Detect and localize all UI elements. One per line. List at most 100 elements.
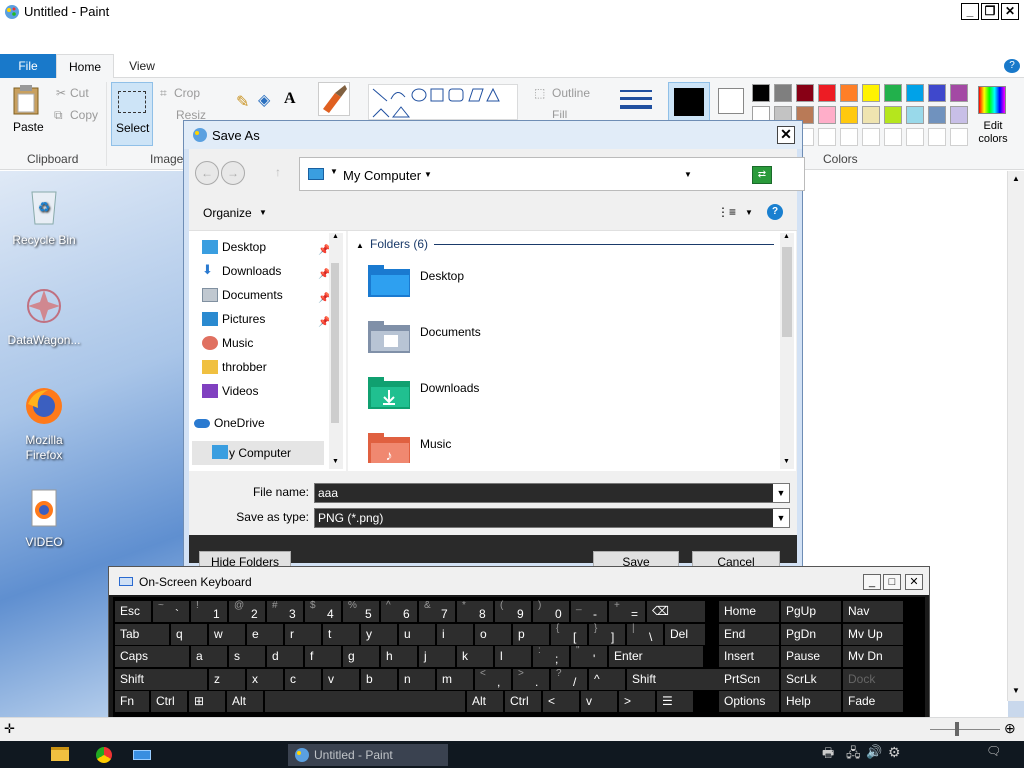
close-button[interactable]: ✕ [905,574,923,590]
key[interactable]: o [475,623,511,645]
key[interactable]: Options [719,691,779,712]
maximize-button[interactable]: □ [883,574,901,590]
key[interactable]: Mv Up [843,623,903,645]
chevron-down-icon[interactable]: ▼ [773,509,789,527]
start-button[interactable] [4,744,34,766]
key[interactable]: (9 [495,600,531,622]
key[interactable]: a [191,646,227,667]
key[interactable]: m [437,668,473,690]
back-arrow-icon[interactable]: ← [195,161,219,185]
color-swatch-empty[interactable] [862,128,880,146]
key[interactable]: * 8 [457,600,493,622]
color-swatch[interactable] [774,84,792,102]
color-swatch[interactable] [884,84,902,102]
key[interactable]: Insert [719,646,779,667]
file-explorer-icon[interactable] [48,744,72,766]
scroll-up-icon[interactable]: ▲ [332,233,339,240]
minimize-button[interactable]: _ [863,574,881,590]
nav-item-pictures[interactable]: Pictures 📌 [202,308,330,330]
folders-header[interactable]: Folders (6) [370,237,428,251]
key[interactable]: PgUp [781,601,841,622]
key[interactable]: l [495,646,531,667]
address-text[interactable]: My Computer [343,168,421,183]
key[interactable]: ! 1 [191,600,227,622]
color-swatch[interactable] [950,84,968,102]
key[interactable]: Tab [115,623,169,645]
color-swatch-empty[interactable] [884,128,902,146]
key[interactable]: Alt [227,691,263,712]
nav-item-my-computer[interactable]: My Computer [192,441,324,465]
address-dropdown-icon[interactable]: ▼ [684,170,692,179]
key[interactable]: v [581,691,617,712]
zoom-slider-thumb[interactable] [955,722,959,736]
nav-item-throbber[interactable]: throbber [202,356,267,378]
key[interactable]: x [247,668,283,690]
fill-button[interactable]: Fill [552,108,567,118]
fill-bucket-icon[interactable]: ◈ [258,90,270,110]
color-swatch[interactable] [950,106,968,124]
forward-arrow-icon[interactable]: → [221,161,245,185]
select-button[interactable]: Select [111,82,153,146]
tab-view[interactable]: View [118,54,166,78]
key[interactable]: ) 0 [533,600,569,622]
key[interactable]: g [343,646,379,667]
paste-button[interactable] [12,84,42,116]
key[interactable]: Home [719,601,779,622]
copy-button[interactable]: Copy [70,108,98,122]
color-swatch-empty[interactable] [928,128,946,146]
nav-item-music[interactable]: Music [202,332,253,354]
color1-button[interactable] [668,82,710,122]
scroll-down-icon[interactable]: ▼ [783,458,790,465]
key[interactable]: > [619,691,655,712]
key[interactable]: z [209,668,245,690]
color-swatch-empty[interactable] [818,128,836,146]
close-button[interactable]: ✕ [1001,3,1019,20]
text-tool-icon[interactable]: A [284,90,296,108]
key[interactable]: _ - [571,600,607,622]
key[interactable]: PrtScn [719,668,779,690]
key[interactable]: ⊞ [189,691,225,712]
key[interactable]: PgDn [781,623,841,645]
key[interactable]: ? / [551,668,587,690]
key[interactable]: Nav [843,601,903,622]
key[interactable]: :; [533,645,569,667]
key[interactable]: d [267,646,303,667]
key[interactable]: Ctrl [505,691,541,712]
key[interactable]: | \ [627,623,663,645]
key[interactable]: Help [781,691,841,712]
key[interactable]: {[ [551,623,587,645]
key[interactable]: Ctrl [151,691,187,712]
key[interactable]: h [381,646,417,667]
folder-item[interactable] [368,377,412,411]
key[interactable]: Alt [467,691,503,712]
key[interactable]: Shift [115,668,207,690]
color-swatch[interactable] [906,84,924,102]
color2-button[interactable] [718,88,744,114]
taskbar-paint-item[interactable]: Untitled - Paint [288,744,448,766]
save-as-type-select[interactable]: PNG (*.png) ▼ [314,508,790,528]
vertical-scrollbar[interactable]: ▲ ▼ [1007,171,1024,701]
chevron-down-icon[interactable]: ▼ [259,208,267,217]
key[interactable]: q [171,623,207,645]
help-icon[interactable]: ? [1004,59,1020,73]
color-swatch-empty[interactable] [906,128,924,146]
view-options-icon[interactable]: ⋮≡ [717,205,736,219]
printer-icon[interactable]: 🖶 [822,744,842,766]
brushes-button[interactable] [318,82,350,116]
restore-button[interactable]: ❐ [981,3,999,20]
folder-label[interactable]: Music [420,437,451,451]
key[interactable]: c [285,668,321,690]
address-bar[interactable]: ▼ My Computer ▼ ▼ ⇄ [299,157,805,191]
key[interactable]: t [323,623,359,645]
scroll-up-icon[interactable]: ▲ [1008,171,1024,187]
chevron-down-icon[interactable]: ▼ [773,484,789,502]
size-button[interactable] [620,88,652,112]
folder-item[interactable] [368,265,412,299]
key[interactable]: Fn [115,691,149,712]
key[interactable]: k [457,646,493,667]
scroll-down-icon[interactable]: ▼ [332,458,339,465]
color-swatch-empty[interactable] [950,128,968,146]
color-swatch[interactable] [818,84,836,102]
scroll-thumb[interactable] [331,263,339,423]
key[interactable]: s [229,646,265,667]
